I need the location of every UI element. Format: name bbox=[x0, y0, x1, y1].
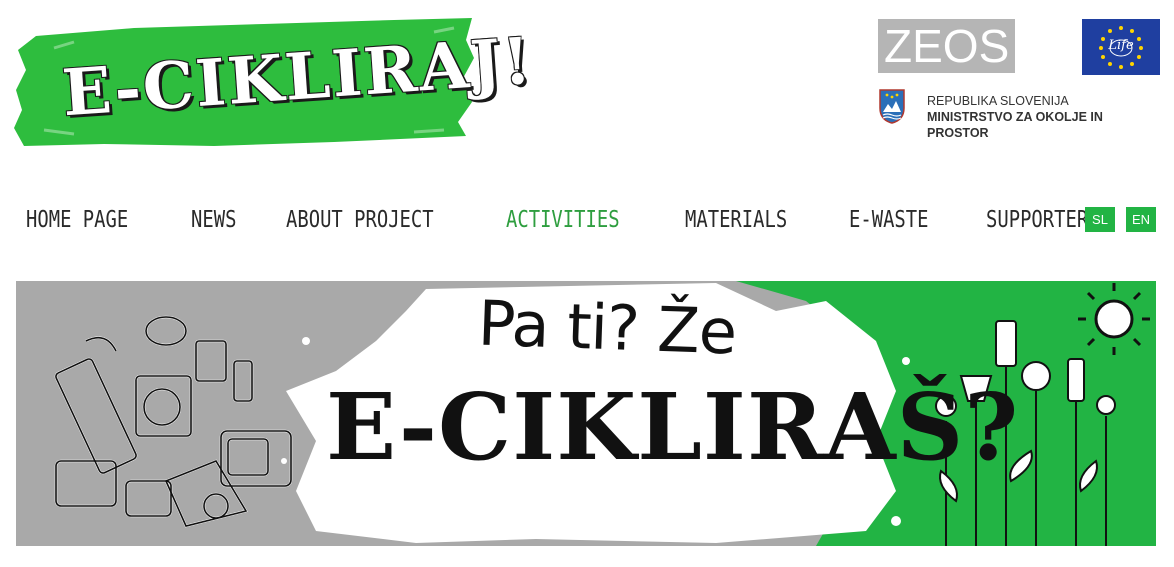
slovenia-crest-icon bbox=[879, 89, 905, 124]
nav-news[interactable]: NEWS bbox=[191, 207, 236, 233]
banner-headline: E-CIKLIRAŠ? bbox=[326, 373, 1020, 481]
ministry-country: REPUBLIKA SLOVENIJA bbox=[927, 94, 1069, 108]
zeos-letter: O bbox=[942, 20, 979, 72]
language-sl-button[interactable]: SL bbox=[1085, 207, 1115, 232]
eu-life-logo[interactable]: Life bbox=[1082, 19, 1160, 75]
zeos-letter: E bbox=[912, 20, 943, 72]
nav-home-page[interactable]: HOME PAGE bbox=[26, 207, 128, 233]
ministry-logo[interactable]: REPUBLIKA SLOVENIJA MINISTRSTVO ZA OKOLJ… bbox=[878, 88, 1163, 140]
ministry-name: MINISTRSTVO ZA OKOLJE IN PROSTOR bbox=[927, 110, 1103, 140]
language-en-button[interactable]: EN bbox=[1126, 207, 1156, 232]
main-nav: HOME PAGE NEWS ABOUT PROJECT ACTIVITIES … bbox=[26, 200, 1165, 240]
zeos-letter: S bbox=[978, 20, 1010, 72]
zeos-logo[interactable]: Z E O S bbox=[878, 19, 1015, 73]
life-label: Life bbox=[1108, 38, 1134, 53]
nav-supporters[interactable]: SUPPORTERS bbox=[986, 207, 1100, 233]
zeos-letter: Z bbox=[884, 20, 913, 72]
nav-e-waste[interactable]: E-WASTE bbox=[849, 207, 928, 233]
site-logo[interactable]: E-CIKLIRAJ! bbox=[14, 18, 535, 148]
banner-tagline: Pa ti? Že bbox=[476, 286, 738, 369]
nav-about-project[interactable]: ABOUT PROJECT bbox=[286, 207, 434, 233]
hero-banner[interactable]: Pa ti? Že E-CIKLIRAŠ? bbox=[16, 281, 1156, 546]
nav-activities[interactable]: ACTIVITIES bbox=[506, 207, 620, 233]
nav-materials[interactable]: MATERIALS bbox=[685, 207, 787, 233]
